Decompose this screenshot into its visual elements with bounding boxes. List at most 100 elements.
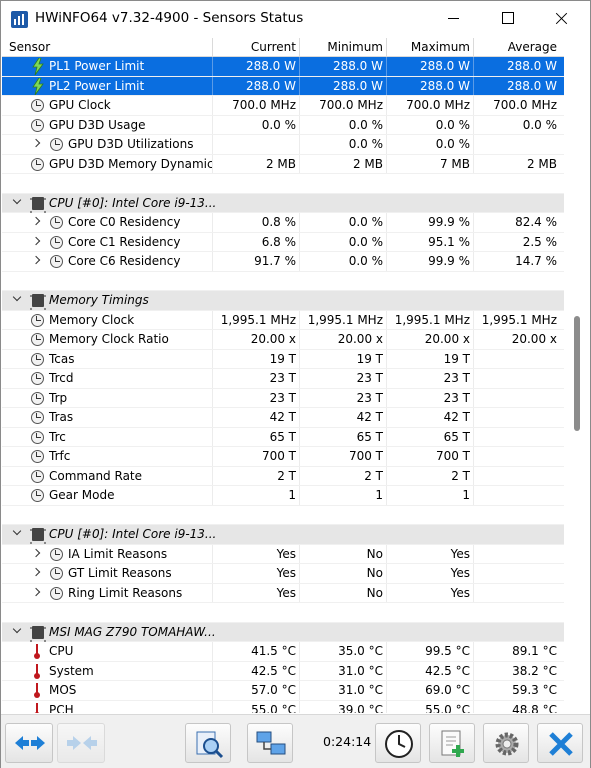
table-row[interactable]: MOS 57.0 °C 31.0 °C 69.0 °C 59.3 °C bbox=[2, 681, 564, 701]
network-button[interactable] bbox=[247, 723, 293, 763]
value-maximum: 95.1 % bbox=[428, 234, 470, 249]
power-bolt-icon bbox=[32, 77, 44, 95]
reset-timer-button[interactable] bbox=[375, 723, 421, 763]
column-header-maximum[interactable]: Maximum bbox=[411, 40, 470, 54]
table-row[interactable]: GPU Clock 700.0 MHz 700.0 MHz 700.0 MHz … bbox=[2, 96, 564, 116]
navigate-collapse-button[interactable] bbox=[57, 723, 105, 763]
table-row[interactable]: Gear Mode 1 1 1 bbox=[2, 486, 564, 506]
collapse-chevron-icon[interactable] bbox=[12, 197, 22, 207]
table-row[interactable]: Memory Clock 1,995.1 MHz 1,995.1 MHz 1,9… bbox=[2, 310, 564, 330]
table-row[interactable]: IA Limit Reasons Yes No Yes bbox=[2, 544, 564, 564]
value-current: Yes bbox=[276, 566, 296, 580]
value-maximum: 288.0 W bbox=[419, 78, 470, 93]
expand-chevron-icon[interactable] bbox=[31, 548, 41, 558]
column-header-minimum[interactable]: Minimum bbox=[327, 40, 383, 54]
value-minimum: 0.0 % bbox=[348, 137, 383, 151]
window-title: HWiNFO64 v7.32-4900 - Sensors Status bbox=[35, 10, 304, 26]
table-row[interactable]: PL2 Power Limit 288.0 W 288.0 W 288.0 W … bbox=[2, 76, 564, 96]
table-row[interactable]: Ring Limit Reasons Yes No Yes bbox=[2, 583, 564, 603]
expand-chevron-icon[interactable] bbox=[31, 216, 41, 226]
table-row[interactable]: Trcd 23 T 23 T 23 T bbox=[2, 369, 564, 389]
sensor-group-header[interactable]: CPU [#0]: Intel Core i9-13... bbox=[2, 193, 564, 213]
table-row[interactable]: GPU D3D Memory Dynamic 2 MB 2 MB 7 MB 2 … bbox=[2, 154, 564, 174]
memory-chip-icon bbox=[30, 294, 46, 310]
table-row[interactable]: Tcas 19 T 19 T 19 T bbox=[2, 349, 564, 369]
table-row[interactable]: CPU 41.5 °C 35.0 °C 99.5 °C 89.1 °C bbox=[2, 642, 564, 662]
column-header-row: Sensor Current Minimum Maximum Average bbox=[2, 38, 564, 57]
column-header-average[interactable]: Average bbox=[508, 40, 557, 54]
clock-gauge-icon bbox=[50, 235, 63, 249]
table-row[interactable]: PCH 55.0 °C 39.0 °C 55.0 °C 48.8 °C bbox=[2, 700, 564, 714]
value-average: 48.8 °C bbox=[512, 702, 557, 714]
table-row[interactable]: Trfc 700 T 700 T 700 T bbox=[2, 447, 564, 467]
settings-button[interactable] bbox=[483, 723, 529, 763]
expand-chevron-icon[interactable] bbox=[31, 236, 41, 246]
table-row[interactable]: Tras 42 T 42 T 42 T bbox=[2, 408, 564, 428]
maximize-button[interactable] bbox=[485, 1, 531, 35]
table-row[interactable]: GPU D3D Usage 0.0 % 0.0 % 0.0 % 0.0 % bbox=[2, 115, 564, 135]
log-file-add-icon bbox=[441, 730, 464, 757]
vertical-scrollbar[interactable] bbox=[567, 38, 589, 713]
sensor-grid[interactable]: Sensor Current Minimum Maximum Average P… bbox=[2, 38, 564, 713]
collapse-chevron-icon[interactable] bbox=[12, 294, 22, 304]
sensor-label: CPU bbox=[49, 644, 74, 658]
expand-chevron-icon[interactable] bbox=[31, 567, 41, 577]
value-current: 2 MB bbox=[265, 156, 296, 171]
value-current: 0.8 % bbox=[261, 215, 296, 229]
table-row[interactable]: Core C6 Residency 91.7 % 0.0 % 99.9 % 14… bbox=[2, 252, 564, 272]
value-maximum: 1 bbox=[462, 488, 470, 502]
value-average: 20.00 x bbox=[511, 332, 557, 346]
value-current: 23 T bbox=[269, 390, 296, 405]
cpu-chip-icon bbox=[30, 528, 46, 544]
value-average: 14.7 % bbox=[515, 254, 557, 268]
table-row[interactable]: Memory Clock Ratio 20.00 x 20.00 x 20.00… bbox=[2, 330, 564, 350]
expand-chevron-icon[interactable] bbox=[31, 255, 41, 265]
column-header-sensor[interactable]: Sensor bbox=[9, 40, 50, 54]
value-maximum: 2 T bbox=[451, 468, 470, 483]
table-row[interactable]: Trc 65 T 65 T 65 T bbox=[2, 427, 564, 447]
thermometer-icon bbox=[34, 663, 40, 679]
value-current: 41.5 °C bbox=[251, 644, 296, 658]
expand-chevron-icon[interactable] bbox=[31, 138, 41, 148]
value-maximum: 288.0 W bbox=[419, 59, 470, 73]
table-row[interactable]: Core C1 Residency 6.8 % 0.0 % 95.1 % 2.5… bbox=[2, 232, 564, 252]
clock-gauge-icon bbox=[31, 118, 44, 132]
table-row[interactable]: Command Rate 2 T 2 T 2 T bbox=[2, 466, 564, 486]
table-row[interactable]: PL1 Power Limit 288.0 W 288.0 W 288.0 W … bbox=[2, 57, 564, 77]
value-maximum: 23 T bbox=[443, 390, 470, 405]
close-sensors-button[interactable] bbox=[537, 723, 583, 763]
collapse-chevron-icon[interactable] bbox=[12, 626, 22, 636]
minimize-button[interactable] bbox=[431, 1, 477, 35]
sensor-label: System bbox=[49, 663, 94, 678]
value-current: 55.0 °C bbox=[251, 702, 296, 714]
table-row[interactable]: GT Limit Reasons Yes No Yes bbox=[2, 564, 564, 584]
scrollbar-thumb[interactable] bbox=[574, 316, 580, 431]
value-average: 288.0 W bbox=[506, 59, 557, 73]
value-average: 59.3 °C bbox=[512, 683, 557, 697]
close-window-button[interactable] bbox=[539, 1, 585, 35]
sensor-label: GPU Clock bbox=[49, 98, 111, 112]
value-minimum: 700.0 MHz bbox=[319, 98, 383, 112]
sensor-group-header[interactable]: MSI MAG Z790 TOMAHAW... bbox=[2, 622, 564, 642]
collapse-chevron-icon[interactable] bbox=[12, 528, 22, 538]
table-row[interactable]: Trp 23 T 23 T 23 T bbox=[2, 388, 564, 408]
value-maximum: 19 T bbox=[443, 351, 470, 366]
clock-gauge-icon bbox=[31, 99, 44, 112]
expand-chevron-icon[interactable] bbox=[31, 587, 41, 597]
logging-button[interactable] bbox=[429, 723, 475, 763]
title-bar[interactable]: HWiNFO64 v7.32-4900 - Sensors Status bbox=[1, 1, 590, 37]
value-minimum: 1 bbox=[375, 488, 383, 502]
column-header-current[interactable]: Current bbox=[251, 40, 296, 54]
value-average: 700.0 MHz bbox=[493, 98, 557, 112]
sensor-label: GPU D3D Utilizations bbox=[68, 137, 194, 151]
sensor-group-header[interactable]: Memory Timings bbox=[2, 291, 564, 311]
report-button[interactable] bbox=[185, 723, 231, 763]
sensor-label: Core C6 Residency bbox=[68, 254, 181, 268]
navigate-left-right-button[interactable] bbox=[5, 723, 53, 763]
value-average: 0.0 % bbox=[522, 117, 557, 132]
value-minimum: 0.0 % bbox=[348, 254, 383, 268]
table-row[interactable]: System 42.5 °C 31.0 °C 42.5 °C 38.2 °C bbox=[2, 661, 564, 681]
table-row[interactable]: GPU D3D Utilizations 0.0 % 0.0 % bbox=[2, 135, 564, 155]
table-row[interactable]: Core C0 Residency 0.8 % 0.0 % 99.9 % 82.… bbox=[2, 213, 564, 233]
sensor-group-header[interactable]: CPU [#0]: Intel Core i9-13... bbox=[2, 525, 564, 545]
